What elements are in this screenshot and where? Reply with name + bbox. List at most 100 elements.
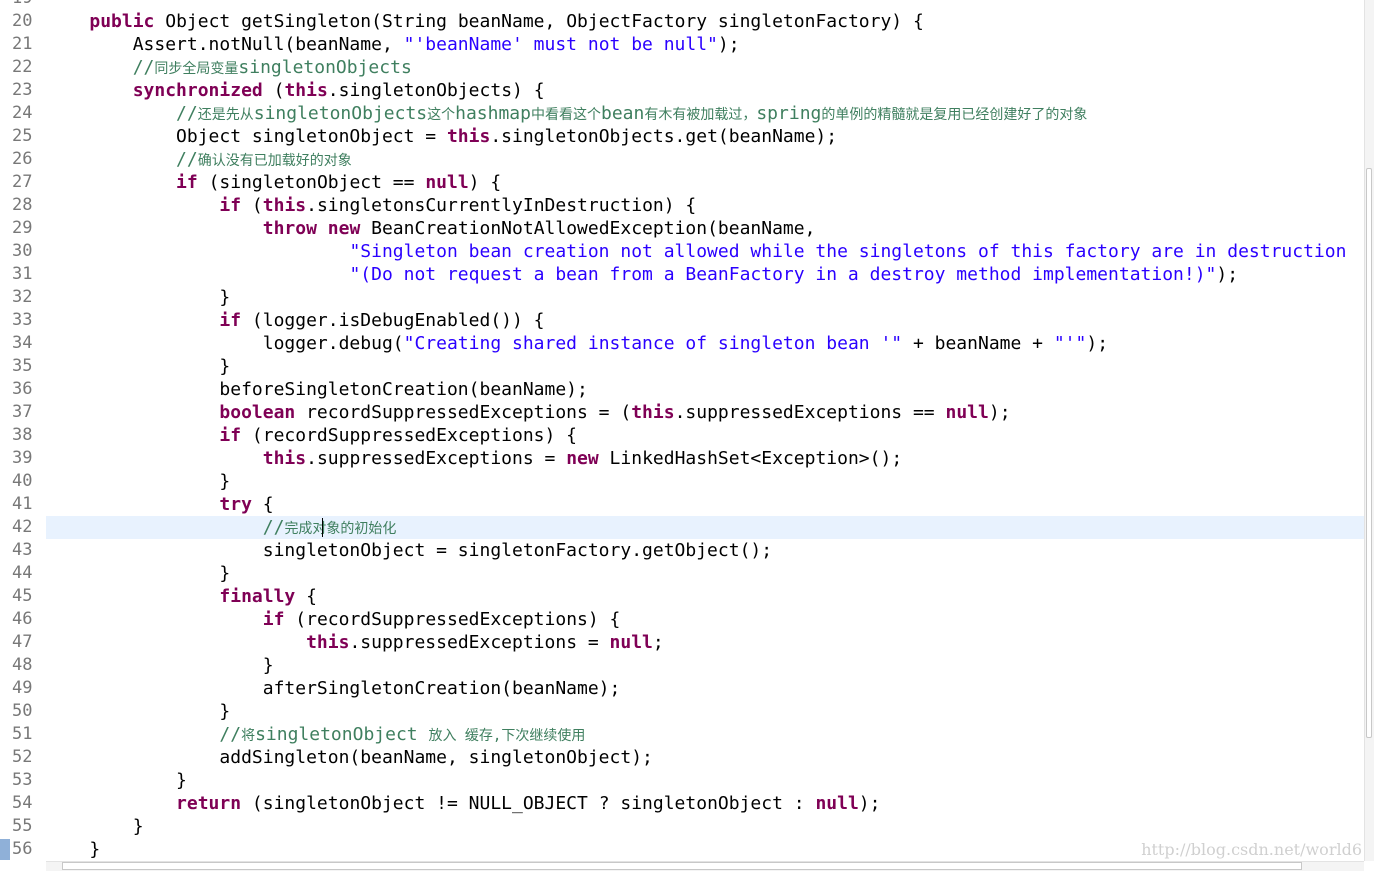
code-line[interactable]: //将singletonObject 放入 缓存,下次继续使用 <box>46 723 1364 746</box>
keyword-token: if <box>262 609 285 630</box>
keyword-token: new <box>566 448 599 469</box>
code-line[interactable]: afterSingletonCreation(beanName); <box>46 677 1364 700</box>
code-line[interactable]: Object singletonObject = this.singletonO… <box>46 125 1364 148</box>
code-line[interactable]: } <box>46 769 1364 792</box>
line-number: 35 <box>12 356 33 376</box>
code-line[interactable]: } <box>46 470 1364 493</box>
keyword-token: throw <box>262 218 317 239</box>
line-number: 40 <box>12 471 33 491</box>
code-line[interactable]: addSingleton(beanName, singletonObject); <box>46 746 1364 769</box>
code-token: .suppressedExceptions == <box>674 402 946 423</box>
line-number: 50 <box>12 701 33 721</box>
code-token: (recordSuppressedExceptions) { <box>284 609 621 630</box>
code-token: } <box>46 287 231 308</box>
code-token: Object getSingleton(String beanName, Obj… <box>154 11 924 32</box>
code-editor[interactable]: 1920 21 22 23 24 25 26 27 28 29 30 31 32 33 34 35 36 37 38… <box>0 0 1374 871</box>
code-line[interactable]: if (recordSuppressedExceptions) { <box>46 608 1364 631</box>
horizontal-scrollbar-thumb[interactable] <box>62 862 1302 870</box>
comment-token: singletonObject <box>255 724 429 745</box>
code-line[interactable]: //同步全局变量singletonObjects <box>46 56 1364 79</box>
string-token: "(Do not request a bean from a BeanFacto… <box>349 264 1217 285</box>
code-line[interactable]: if (singletonObject == null) { <box>46 171 1364 194</box>
comment-token: 有木有被加载过， <box>644 107 757 123</box>
keyword-token: if <box>219 195 242 216</box>
code-line[interactable]: synchronized (this.singletonObjects) { <box>46 79 1364 102</box>
line-number: 27 <box>12 172 33 192</box>
code-token: (singletonObject != NULL_OBJECT ? single… <box>241 793 816 814</box>
code-token: { <box>251 494 274 515</box>
line-number: 21 <box>12 34 33 54</box>
line-number: 45 <box>12 586 33 606</box>
line-number: 34 <box>12 333 33 353</box>
code-line[interactable]: this.suppressedExceptions = new LinkedHa… <box>46 447 1364 470</box>
line-number: 28 <box>12 195 33 215</box>
code-token: ; <box>652 632 664 653</box>
code-line[interactable]: beforeSingletonCreation(beanName); <box>46 378 1364 401</box>
code-line[interactable]: public Object getSingleton(String beanNa… <box>46 10 1364 33</box>
code-line[interactable]: try { <box>46 493 1364 516</box>
code-token: { <box>295 586 317 607</box>
line-number: 31 <box>12 264 33 284</box>
code-line[interactable]: throw new BeanCreationNotAllowedExceptio… <box>46 217 1364 240</box>
comment-token: 同步全局变量 <box>154 61 239 77</box>
comment-token: singletonObjects <box>253 103 428 124</box>
code-line[interactable]: logger.debug("Creating shared instance o… <box>46 332 1364 355</box>
line-number: 47 <box>12 632 33 652</box>
code-line[interactable]: finally { <box>46 585 1364 608</box>
line-number: 42 <box>12 517 33 537</box>
code-line[interactable]: singletonObject = singletonFactory.getOb… <box>46 539 1364 562</box>
code-line[interactable]: return (singletonObject != NULL_OBJECT ?… <box>46 792 1364 815</box>
keyword-token: null <box>425 172 469 193</box>
keyword-token: null <box>815 793 859 814</box>
line-number: 44 <box>12 563 33 583</box>
keyword-token: new <box>327 218 361 239</box>
code-token: } <box>46 770 187 791</box>
code-token: (logger.isDebugEnabled()) { <box>241 310 545 331</box>
code-line[interactable]: } <box>46 355 1364 378</box>
code-token: ); <box>1086 333 1109 354</box>
comment-token: // <box>176 103 198 124</box>
code-line[interactable]: this.suppressedExceptions = null; <box>46 631 1364 654</box>
keyword-token: null <box>609 632 653 653</box>
code-line[interactable]: //完成对象的初始化 <box>46 516 1364 539</box>
code-line[interactable]: } <box>46 700 1364 723</box>
line-number: 29 <box>12 218 33 238</box>
code-line[interactable]: Assert.notNull(beanName, "'beanName' mus… <box>46 33 1364 56</box>
code-line[interactable]: } <box>46 286 1364 309</box>
code-token: .suppressedExceptions = <box>306 448 567 469</box>
code-token: .suppressedExceptions = <box>349 632 610 653</box>
comment-token: 的单例的精髓就是复用已经创建好了的对象 <box>821 107 1088 123</box>
keyword-token: this <box>446 126 491 147</box>
code-line[interactable]: if (recordSuppressedExceptions) { <box>46 424 1364 447</box>
code-line[interactable]: } <box>46 654 1364 677</box>
code-line[interactable]: } <box>46 815 1364 838</box>
comment-token: singletonObjects <box>238 57 412 78</box>
code-line[interactable]: boolean recordSuppressedExceptions = (th… <box>46 401 1364 424</box>
code-line[interactable]: if (logger.isDebugEnabled()) { <box>46 309 1364 332</box>
code-token: singletonObject = singletonFactory.getOb… <box>46 540 773 561</box>
keyword-token: public <box>89 11 155 32</box>
code-line[interactable]: "(Do not request a bean from a BeanFacto… <box>46 263 1364 286</box>
keyword-token: return <box>176 793 242 814</box>
keyword-token: if <box>176 172 198 193</box>
line-number: 36 <box>12 379 33 399</box>
code-line[interactable]: //还是先从singletonObjects这个hashmap中看看这个bean… <box>46 102 1364 125</box>
code-line[interactable]: if (this.singletonsCurrentlyInDestructio… <box>46 194 1364 217</box>
code-token: .singletonObjects) { <box>327 80 545 101</box>
line-number: 43 <box>12 540 33 560</box>
comment-token: 完成对象的初始化 <box>284 521 397 537</box>
code-line[interactable]: //确认没有已加载好的对象 <box>46 148 1364 171</box>
code-token: LinkedHashSet<Exception>(); <box>598 448 903 469</box>
line-number: 22 <box>12 57 33 77</box>
code-line[interactable]: } <box>46 562 1364 585</box>
line-number: 19 <box>0 0 46 10</box>
code-line[interactable]: "Singleton bean creation not allowed whi… <box>46 240 1364 263</box>
vertical-scrollbar-thumb[interactable] <box>1366 168 1372 738</box>
comment-token: bean <box>600 103 645 124</box>
keyword-token: this <box>306 632 350 653</box>
